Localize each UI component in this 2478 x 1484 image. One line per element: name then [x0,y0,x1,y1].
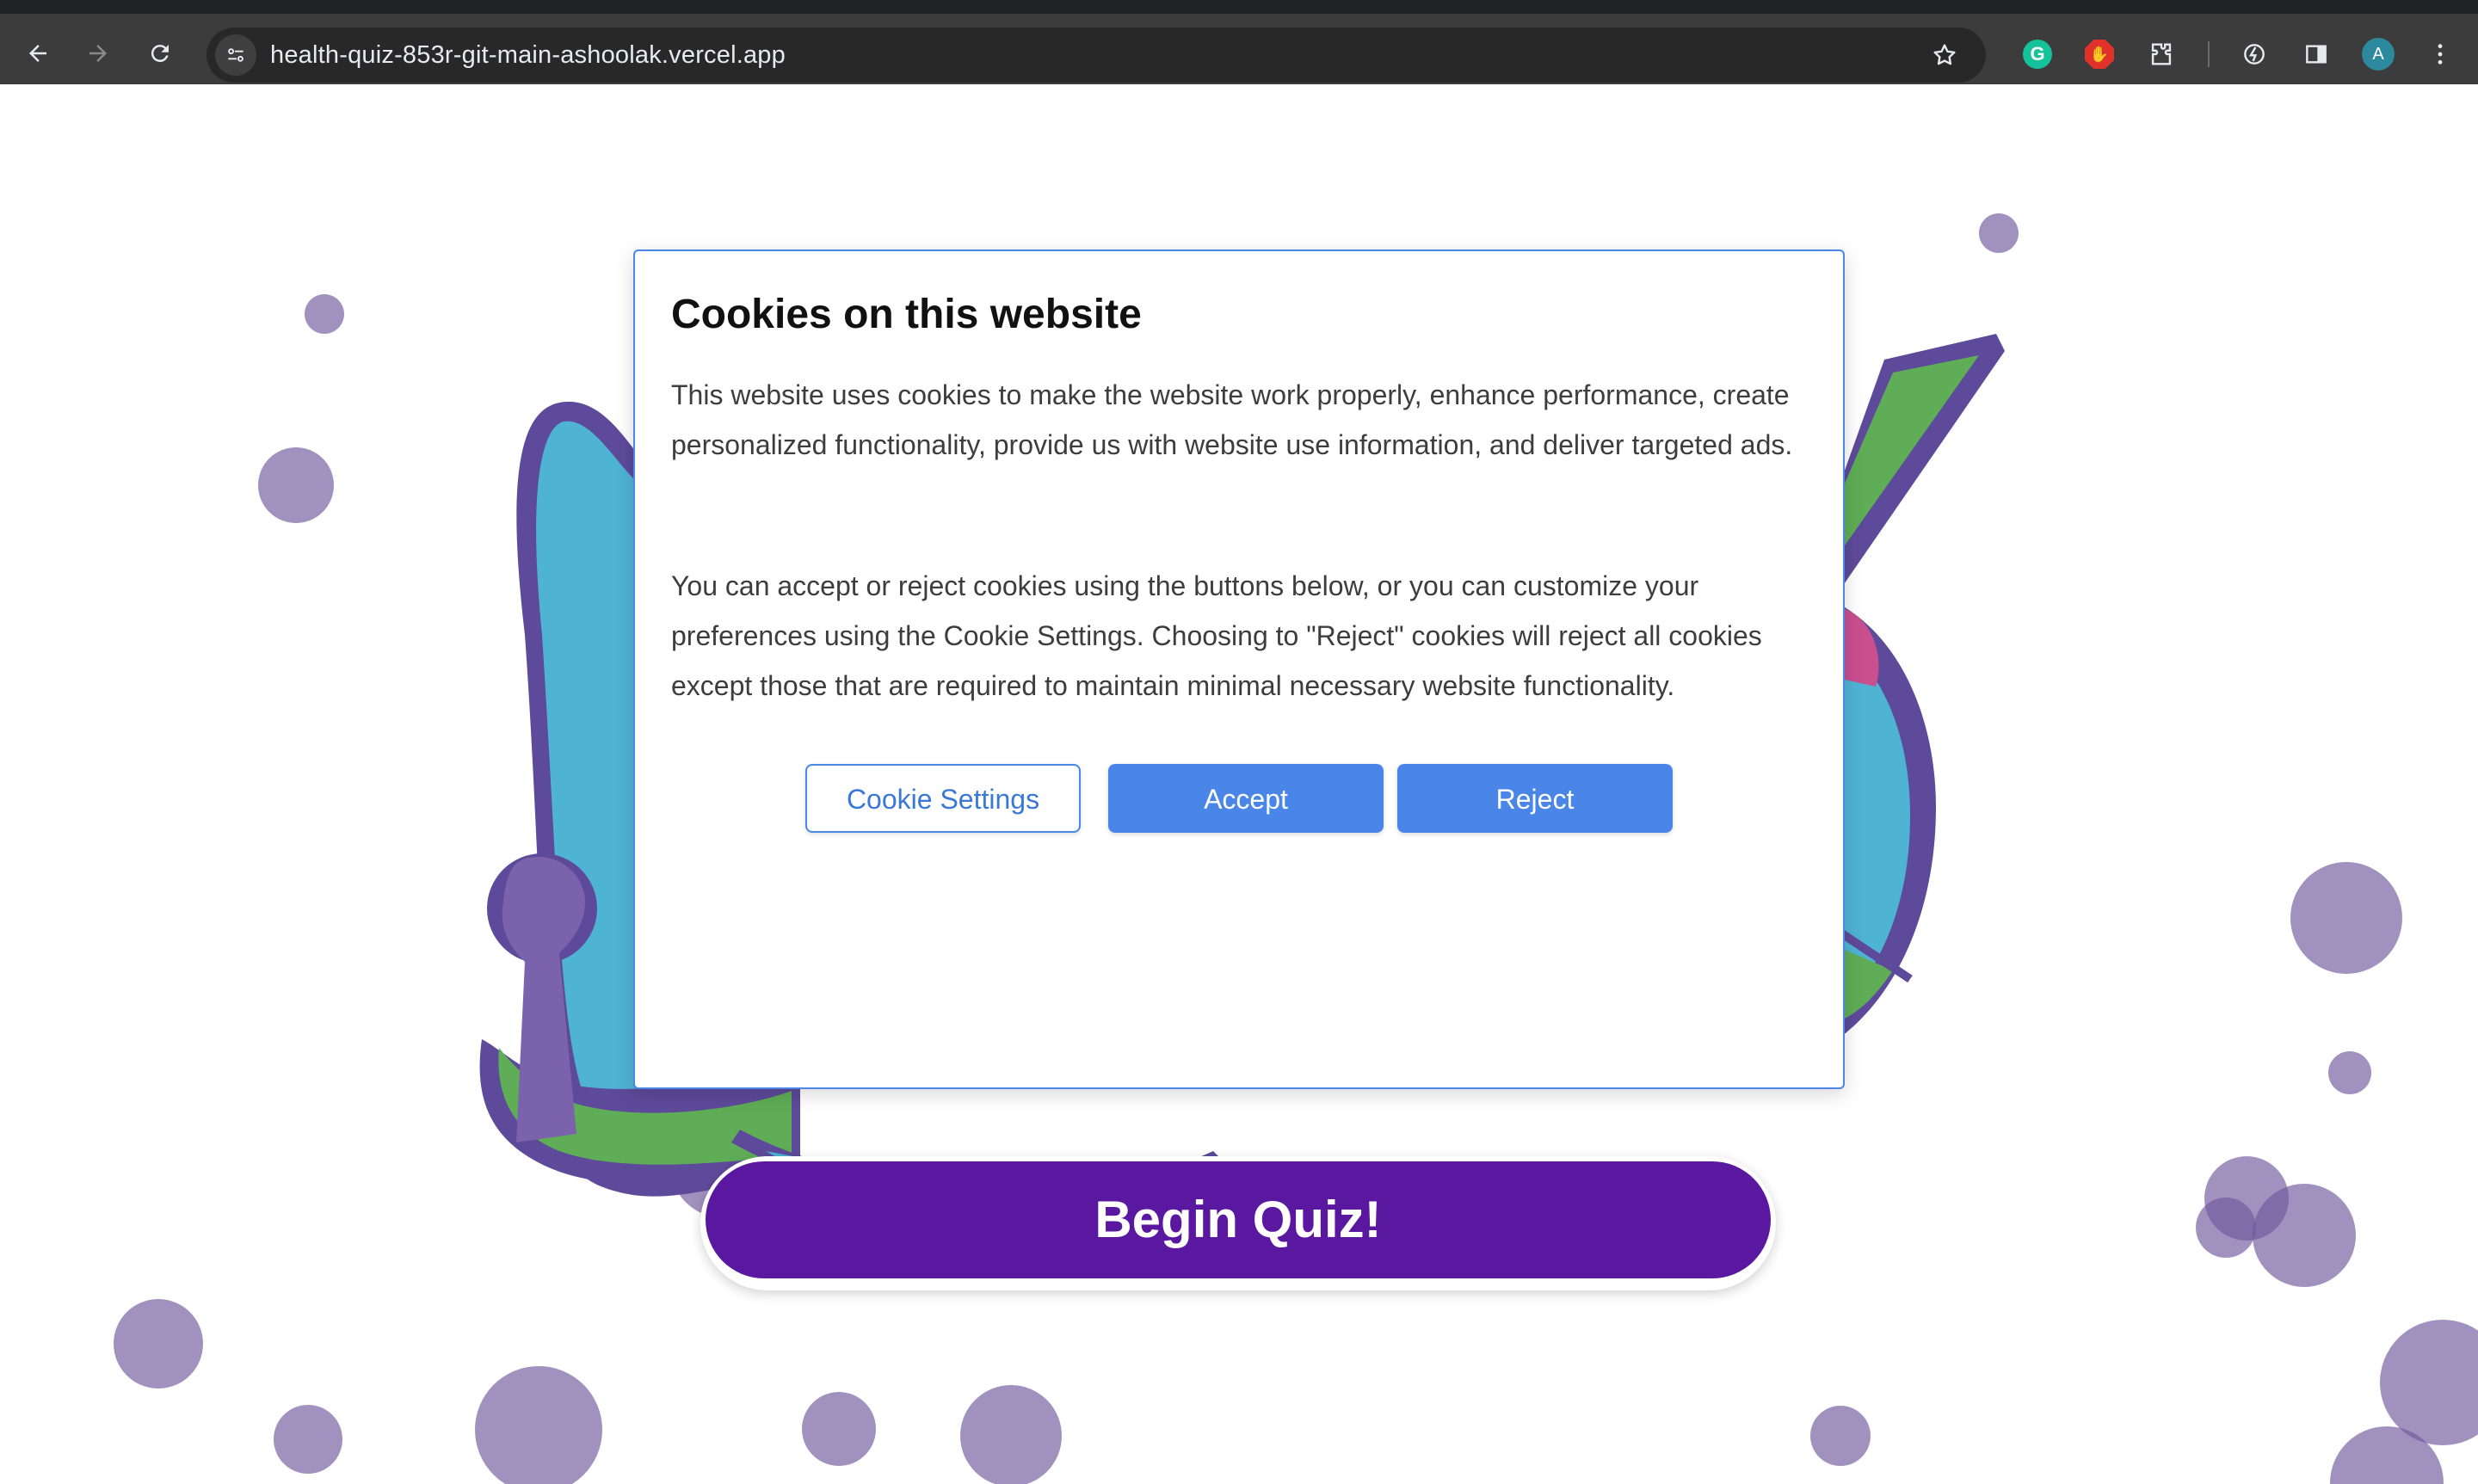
decor-bubble [2290,862,2402,974]
site-info-icon [228,48,243,62]
grammarly-extension[interactable]: G [2019,35,2056,73]
kebab-menu-icon [2438,44,2443,65]
reload-button[interactable] [139,33,181,74]
performance-icon [2244,44,2265,65]
bookmark-button[interactable] [1924,34,1965,76]
cookie-description: This website uses cookies to make the we… [671,379,1793,460]
decor-bubble [305,294,344,334]
browser-toolbar: health-quiz-853r-git-main-ashoolak.verce… [0,0,2478,84]
decor-bubble [258,447,334,523]
avatar: A [2362,38,2395,71]
decor-bubble [1979,213,2019,253]
back-button[interactable] [17,33,59,74]
decor-bubble [802,1392,876,1466]
grammarly-icon: G [2023,40,2052,69]
decor-bubble [1810,1406,1871,1466]
cookie-settings-button[interactable]: Cookie Settings [805,764,1081,833]
star-icon [1933,44,1956,65]
url-text[interactable]: health-quiz-853r-git-main-ashoolak.verce… [270,28,786,83]
decor-bubble [2328,1051,2371,1094]
puzzle-icon [2151,43,2172,65]
reload-icon [151,45,169,63]
decor-bubble [114,1299,203,1389]
begin-quiz-button-frame: Begin Quiz! [700,1156,1776,1290]
profile-button[interactable]: A [2359,35,2397,73]
decor-bubble [475,1366,602,1484]
accept-cookies-button[interactable]: Accept [1108,764,1384,833]
side-panel-button[interactable] [2297,35,2335,73]
reject-cookies-button[interactable]: Reject [1397,764,1673,833]
cookie-choices-description: You can accept or reject cookies using t… [671,570,1762,701]
side-panel-icon [2306,45,2327,64]
cookie-consent-modal: Cookies on this website This website use… [633,249,1845,1089]
decor-bubble [960,1385,1062,1484]
decor-bubble [2253,1184,2356,1287]
adblock-extension[interactable]: ✋ [2080,35,2118,73]
site-info-button[interactable] [215,34,256,76]
forward-arrow-icon [89,45,107,62]
chrome-menu-button[interactable] [2421,35,2459,73]
performance-button[interactable] [2235,35,2273,73]
back-arrow-icon [29,45,46,62]
adblock-icon: ✋ [2085,40,2114,69]
begin-quiz-button[interactable]: Begin Quiz! [706,1161,1771,1278]
forward-button[interactable] [77,33,119,74]
decor-bubble [2196,1198,2256,1258]
address-bar[interactable]: health-quiz-853r-git-main-ashoolak.verce… [206,28,1986,83]
decor-bubble [274,1405,342,1474]
modal-title: Cookies on this website [671,292,1142,337]
extensions-button[interactable] [2142,35,2180,73]
toolbar-divider [2208,41,2210,67]
